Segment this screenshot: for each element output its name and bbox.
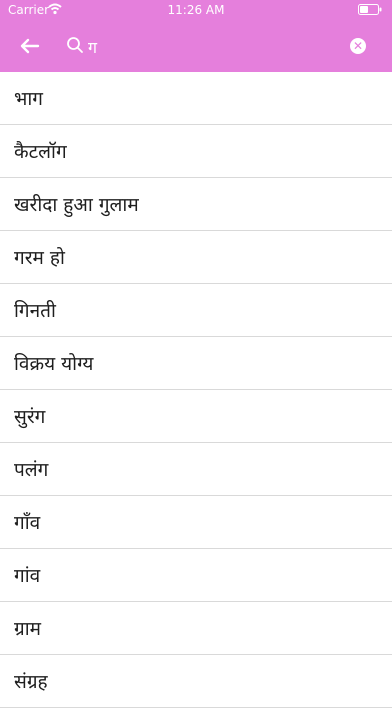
app-header: Carrier 11:26 AM ग ✕ bbox=[0, 0, 392, 72]
clear-search-icon[interactable]: ✕ bbox=[350, 38, 366, 54]
list-item[interactable]: खरीदा हुआ गुलाम bbox=[0, 178, 392, 231]
back-arrow-icon[interactable] bbox=[16, 32, 44, 60]
list-item[interactable]: ग्राम bbox=[0, 602, 392, 655]
list-item[interactable]: संग्रह bbox=[0, 655, 392, 708]
list-item[interactable]: गांव bbox=[0, 549, 392, 602]
list-item[interactable]: विक्रय योग्य bbox=[0, 337, 392, 390]
list-item[interactable]: सुरंग bbox=[0, 390, 392, 443]
results-list: भाग कैटलॉग खरीदा हुआ गुलाम गरम हो गिनती … bbox=[0, 72, 392, 708]
list-item[interactable]: कैटलॉग bbox=[0, 125, 392, 178]
battery-icon bbox=[358, 4, 382, 15]
search-bar: ✕ bbox=[0, 20, 392, 72]
list-item[interactable]: गाँव bbox=[0, 496, 392, 549]
status-bar: Carrier 11:26 AM bbox=[0, 0, 392, 20]
list-item[interactable]: भाग bbox=[0, 72, 392, 125]
list-item[interactable]: पलंग bbox=[0, 443, 392, 496]
list-item[interactable]: गरम हो bbox=[0, 231, 392, 284]
search-icon bbox=[66, 36, 84, 54]
search-input[interactable] bbox=[86, 33, 330, 61]
status-time: 11:26 AM bbox=[167, 3, 225, 17]
list-item[interactable]: गिनती bbox=[0, 284, 392, 337]
